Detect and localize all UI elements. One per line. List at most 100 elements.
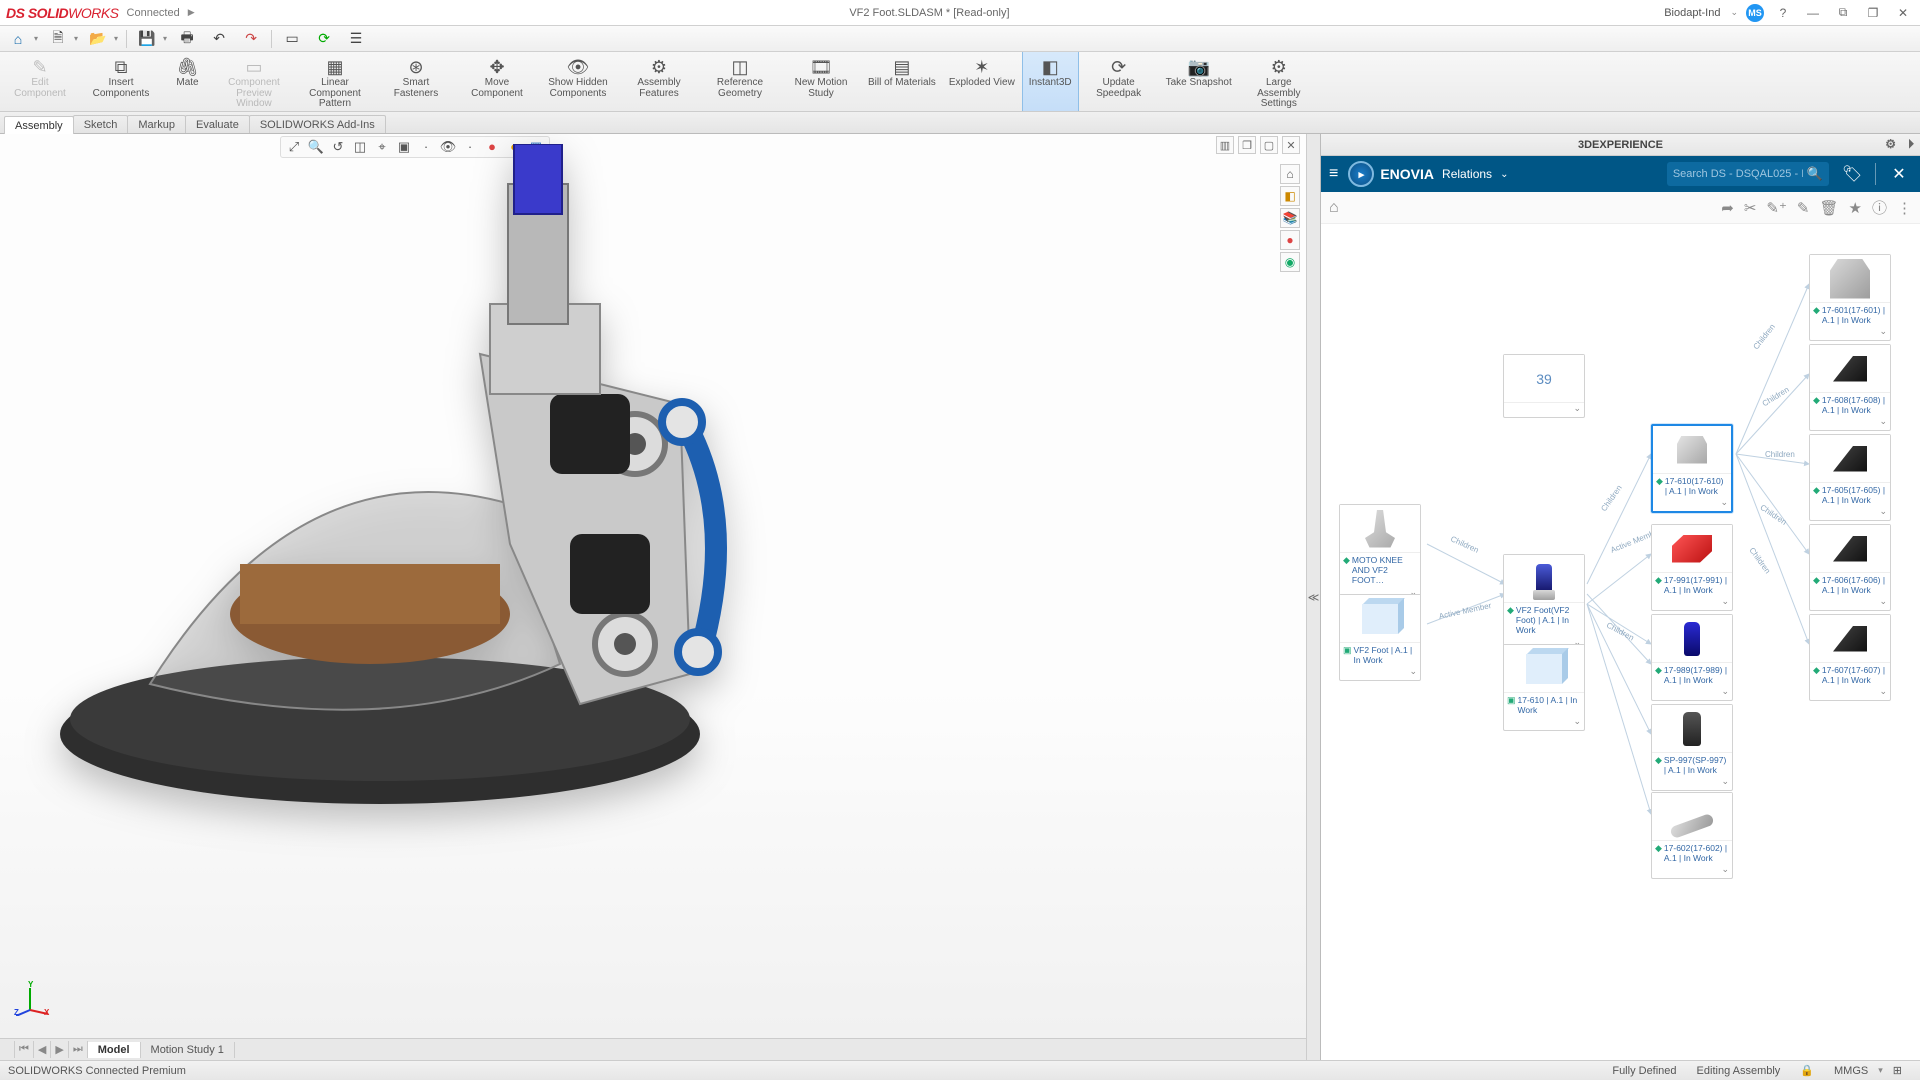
compass-icon[interactable]: ▸ [1348, 161, 1374, 187]
status-units[interactable]: MMGS [1834, 1065, 1868, 1077]
tab-evaluate[interactable]: Evaluate [185, 115, 250, 133]
tab-nav-prev-icon[interactable]: ◀ [34, 1041, 51, 1058]
save-icon[interactable]: 💾 [135, 28, 159, 50]
minimize-button[interactable]: — [1802, 4, 1824, 22]
open-dropdown-icon[interactable]: ▾ [114, 34, 118, 43]
viewport-close-icon[interactable]: ✕ [1282, 136, 1300, 154]
relations-canvas[interactable]: Children Active Member Children Active M… [1321, 224, 1920, 1060]
ribbon-large-asm[interactable]: ⚙Large Assembly Settings [1239, 52, 1320, 111]
status-units-caret-icon[interactable]: ▾ [1878, 1065, 1883, 1076]
tab-nav-next-icon[interactable]: ▶ [51, 1041, 68, 1058]
viewport-split-icon[interactable]: ▥ [1216, 136, 1234, 154]
node-17-610[interactable]: ◆17-610(17-610) | A.1 | In Work ⌄ [1651, 424, 1733, 513]
node-17-602[interactable]: ◆17-602(17-602) | A.1 | In Work ⌄ [1651, 792, 1733, 879]
tab-sketch[interactable]: Sketch [73, 115, 129, 133]
node-17-607[interactable]: ◆17-607(17-607) | A.1 | In Work ⌄ [1809, 614, 1891, 701]
enovia-section[interactable]: Relations [1442, 167, 1492, 181]
tab-addins[interactable]: SOLIDWORKS Add-Ins [249, 115, 386, 133]
viewport-max-icon[interactable]: ▢ [1260, 136, 1278, 154]
select-icon[interactable]: ▭ [280, 28, 304, 50]
node-17-606[interactable]: ◆17-606(17-606) | A.1 | In Work ⌄ [1809, 524, 1891, 611]
ribbon-show-hidden[interactable]: 👁Show Hidden Components [538, 52, 619, 111]
action-favorite-icon[interactable]: ★ [1849, 199, 1862, 217]
node-menu-icon[interactable]: ⌄ [1409, 666, 1417, 677]
node-menu-icon[interactable]: ⌄ [1721, 686, 1729, 697]
taskpane-home-icon[interactable]: ⌂ [1280, 164, 1300, 184]
node-menu-icon[interactable]: ⌄ [1573, 403, 1581, 414]
tag-icon[interactable]: 🏷 [1839, 161, 1865, 187]
node-17-989[interactable]: ◆17-989(17-989) | A.1 | In Work ⌄ [1651, 614, 1733, 701]
node-17-605[interactable]: ◆17-605(17-605) | A.1 | In Work ⌄ [1809, 434, 1891, 521]
app-menu-caret-icon[interactable]: ▶ [188, 7, 195, 18]
enovia-search[interactable]: 🔍 [1667, 162, 1829, 186]
home-dropdown-icon[interactable]: ▾ [34, 34, 38, 43]
new-icon[interactable]: 🗎 [46, 28, 70, 50]
tab-nav-first-icon[interactable]: ⏮ [14, 1041, 34, 1058]
home-icon[interactable]: ⌂ [6, 28, 30, 50]
help-icon[interactable]: ? [1772, 4, 1794, 22]
ribbon-exploded-view[interactable]: ✶Exploded View [943, 52, 1022, 111]
taskpane-resources-icon[interactable]: ◧ [1280, 186, 1300, 206]
side-panel-collapse[interactable]: ≪ [1306, 134, 1320, 1060]
enovia-home-icon[interactable]: ⌂ [1329, 199, 1339, 217]
action-info-icon[interactable]: ⓘ [1872, 197, 1887, 218]
save-dropdown-icon[interactable]: ▾ [163, 34, 167, 43]
action-add-icon[interactable]: ✎⁺ [1766, 199, 1787, 217]
ribbon-new-motion-study[interactable]: 🎞New Motion Study [781, 52, 862, 111]
taskpane-design-library-icon[interactable]: 📚 [1280, 208, 1300, 228]
view-triad[interactable]: Y X Z [14, 982, 52, 1020]
node-count[interactable]: 39 ⌄ [1503, 354, 1585, 418]
node-menu-icon[interactable]: ⌄ [1721, 596, 1729, 607]
ribbon-mate[interactable]: 🖇Mate [162, 52, 214, 111]
node-menu-icon[interactable]: ⌄ [1721, 864, 1729, 875]
status-lock-icon[interactable]: 🔒 [1800, 1064, 1814, 1077]
enovia-close-icon[interactable]: ✕ [1886, 161, 1912, 187]
rebuild-icon[interactable]: ⟳ [312, 28, 336, 50]
panel-collapse-icon[interactable]: ⏵ [1908, 137, 1914, 152]
node-menu-icon[interactable]: ⌄ [1879, 686, 1887, 697]
taskpane-custom-icon[interactable]: ◉ [1280, 252, 1300, 272]
user-avatar[interactable]: MS [1746, 4, 1764, 22]
node-17-601[interactable]: ◆17-601(17-601) | A.1 | In Work ⌄ [1809, 254, 1891, 341]
ribbon-linear-pattern[interactable]: ▦Linear Component Pattern [295, 52, 376, 111]
node-menu-icon[interactable]: ⌄ [1879, 596, 1887, 607]
node-17-991[interactable]: ◆17-991(17-991) | A.1 | In Work ⌄ [1651, 524, 1733, 611]
node-17-608[interactable]: ◆17-608(17-608) | A.1 | In Work ⌄ [1809, 344, 1891, 431]
ribbon-instant3d[interactable]: ◧Instant3D [1022, 52, 1079, 111]
close-button[interactable]: ✕ [1892, 4, 1914, 22]
action-more-icon[interactable]: ⋮ [1897, 199, 1912, 217]
node-root-asm[interactable]: ◆MOTO KNEE AND VF2 FOOT… ⌄ [1339, 504, 1421, 602]
new-dropdown-icon[interactable]: ▾ [74, 34, 78, 43]
node-menu-icon[interactable]: ⌄ [1720, 497, 1728, 508]
action-edit-icon[interactable]: ✎ [1797, 199, 1810, 217]
search-icon[interactable]: 🔍 [1807, 166, 1823, 182]
enovia-section-caret-icon[interactable]: ⌄ [1500, 169, 1508, 180]
layout-button-1[interactable]: ⧉ [1832, 4, 1854, 22]
action-share-icon[interactable]: ➦ [1721, 199, 1734, 217]
ribbon-take-snapshot[interactable]: 📷Take Snapshot [1160, 52, 1239, 111]
tab-markup[interactable]: Markup [127, 115, 186, 133]
tab-nav-last-icon[interactable]: ⏭ [69, 1041, 88, 1058]
open-icon[interactable]: 📂 [86, 28, 110, 50]
node-vf2[interactable]: ◆VF2 Foot(VF2 Foot) | A.1 | In Work ⌄ [1503, 554, 1585, 652]
redo-icon[interactable]: ↷ [239, 28, 263, 50]
node-mid-bottom[interactable]: ▣17-610 | A.1 | In Work ⌄ [1503, 644, 1585, 731]
bottom-tab-motion[interactable]: Motion Study 1 [141, 1042, 235, 1058]
viewport-restore-icon[interactable]: ❐ [1238, 136, 1256, 154]
node-menu-icon[interactable]: ⌄ [1879, 326, 1887, 337]
node-sp-997[interactable]: ◆SP-997(SP-997) | A.1 | In Work ⌄ [1651, 704, 1733, 791]
enovia-menu-icon[interactable]: ≡ [1329, 165, 1338, 183]
action-link-icon[interactable]: ✂ [1744, 199, 1757, 217]
action-delete-icon[interactable]: 🗑 [1819, 199, 1838, 217]
status-extra-icon[interactable]: ⊞ [1893, 1064, 1902, 1077]
enovia-search-input[interactable] [1673, 168, 1803, 180]
ribbon-component-preview[interactable]: ▭Component Preview Window [214, 52, 295, 111]
panel-settings-icon[interactable]: ⚙ [1885, 137, 1896, 151]
bottom-tab-model[interactable]: Model [88, 1042, 141, 1058]
undo-icon[interactable]: ↶ [207, 28, 231, 50]
ribbon-assembly-features[interactable]: ⚙Assembly Features [619, 52, 700, 111]
graphics-viewport[interactable]: ⤢ 🔍 ↺ ◫ ⌖ ▣ · 👁 · ● ◐ ▦ ▥ ❐ ▢ ✕ ⌂ ◧ 📚 ● … [0, 134, 1306, 1060]
node-menu-icon[interactable]: ⌄ [1573, 716, 1581, 727]
node-menu-icon[interactable]: ⌄ [1879, 416, 1887, 427]
ribbon-edit-component[interactable]: ✎Edit Component [0, 52, 81, 111]
